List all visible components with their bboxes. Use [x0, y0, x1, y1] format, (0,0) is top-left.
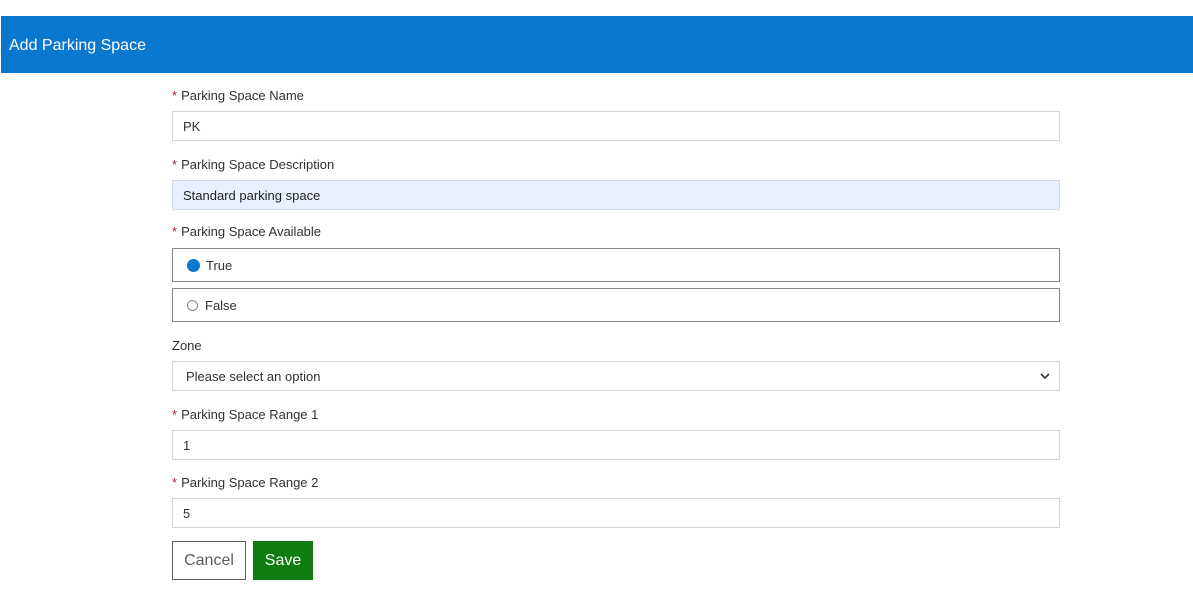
- required-marker: *: [172, 475, 178, 490]
- description-input[interactable]: Standard parking space: [172, 180, 1060, 210]
- range1-label-text: Parking Space Range 1: [181, 407, 319, 422]
- zone-select-value: Please select an option: [186, 368, 321, 384]
- page-title: Add Parking Space: [9, 37, 146, 54]
- radio-checked-icon[interactable]: [187, 258, 200, 272]
- description-label-text: Parking Space Description: [181, 157, 335, 172]
- zone-select[interactable]: Please select an option: [172, 361, 1060, 391]
- save-button[interactable]: Save: [253, 541, 313, 580]
- page-header: Add Parking Space: [1, 16, 1193, 73]
- required-marker: *: [172, 407, 178, 422]
- required-marker: *: [172, 88, 178, 103]
- name-label: * Parking Space Name: [172, 88, 304, 103]
- zone-label: Zone: [172, 338, 202, 353]
- range2-input[interactable]: 5: [172, 498, 1060, 528]
- radio-option-true-label: True: [206, 257, 233, 273]
- radio-unchecked-icon[interactable]: [187, 299, 198, 311]
- available-label: * Parking Space Available: [172, 224, 321, 239]
- name-label-text: Parking Space Name: [181, 88, 304, 103]
- radio-option-false[interactable]: False: [172, 288, 1060, 322]
- required-marker: *: [172, 157, 178, 172]
- name-input-value: PK: [183, 118, 201, 134]
- required-marker: *: [172, 224, 178, 239]
- range2-input-value: 5: [183, 505, 191, 521]
- range2-label-text: Parking Space Range 2: [181, 475, 319, 490]
- description-input-value: Standard parking space: [183, 187, 321, 203]
- range2-label: * Parking Space Range 2: [172, 475, 318, 490]
- chevron-down-icon[interactable]: [1039, 370, 1051, 382]
- radio-option-false-label: False: [205, 297, 237, 313]
- range1-input-value: 1: [183, 437, 191, 453]
- description-label: * Parking Space Description: [172, 157, 334, 172]
- range1-label: * Parking Space Range 1: [172, 407, 318, 422]
- range1-input[interactable]: 1: [172, 430, 1060, 460]
- available-label-text: Parking Space Available: [181, 224, 322, 239]
- radio-option-true[interactable]: True: [172, 248, 1060, 282]
- zone-label-text: Zone: [172, 338, 202, 353]
- name-input[interactable]: PK: [172, 111, 1060, 141]
- cancel-button[interactable]: Cancel: [172, 541, 246, 580]
